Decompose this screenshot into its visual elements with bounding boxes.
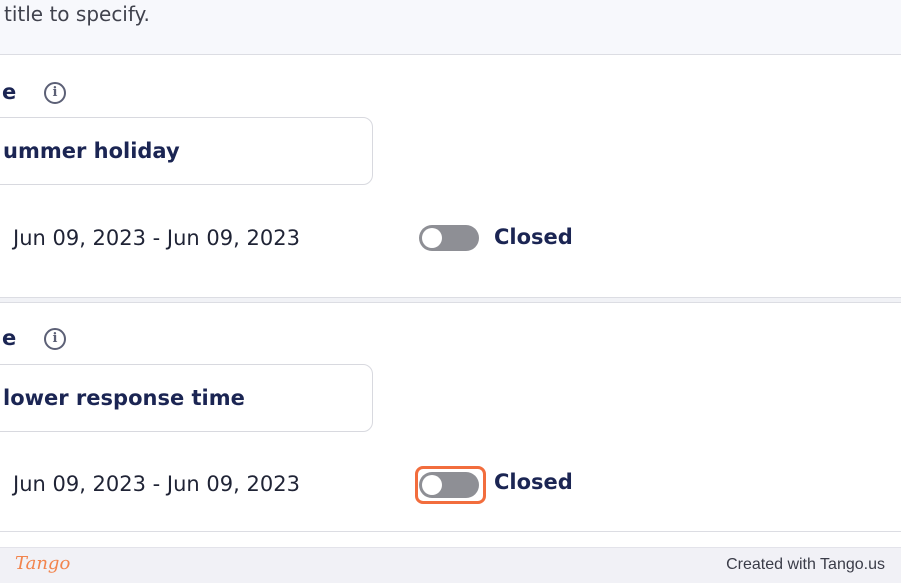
tango-logo: Tango <box>15 553 71 574</box>
entry-1-open-closed-toggle[interactable] <box>419 225 479 251</box>
entry-2-toggle-status: Closed <box>494 470 573 494</box>
entry-2-open-closed-toggle[interactable] <box>419 472 479 498</box>
info-icon[interactable]: i <box>44 328 66 350</box>
entry-1-title-input[interactable] <box>0 117 373 185</box>
created-with-tango-link[interactable]: Created with Tango.us <box>726 556 885 574</box>
hint-text: title to specify. <box>4 2 150 26</box>
entry-1-title-label: e <box>2 80 17 104</box>
top-hint-banner: title to specify. <box>0 0 901 55</box>
toggle-knob <box>422 228 442 248</box>
entry-1-toggle-status: Closed <box>494 225 573 249</box>
info-icon[interactable]: i <box>44 82 66 104</box>
toggle-knob <box>422 475 442 495</box>
tango-footer: Tango Created with Tango.us <box>0 547 901 583</box>
entry-2-date-range[interactable]: Jun 09, 2023 - Jun 09, 2023 <box>13 472 300 496</box>
entry-1-date-range[interactable]: Jun 09, 2023 - Jun 09, 2023 <box>13 226 300 250</box>
entry-2-title-label: e <box>2 326 17 350</box>
entry-2-title-input[interactable] <box>0 364 373 432</box>
